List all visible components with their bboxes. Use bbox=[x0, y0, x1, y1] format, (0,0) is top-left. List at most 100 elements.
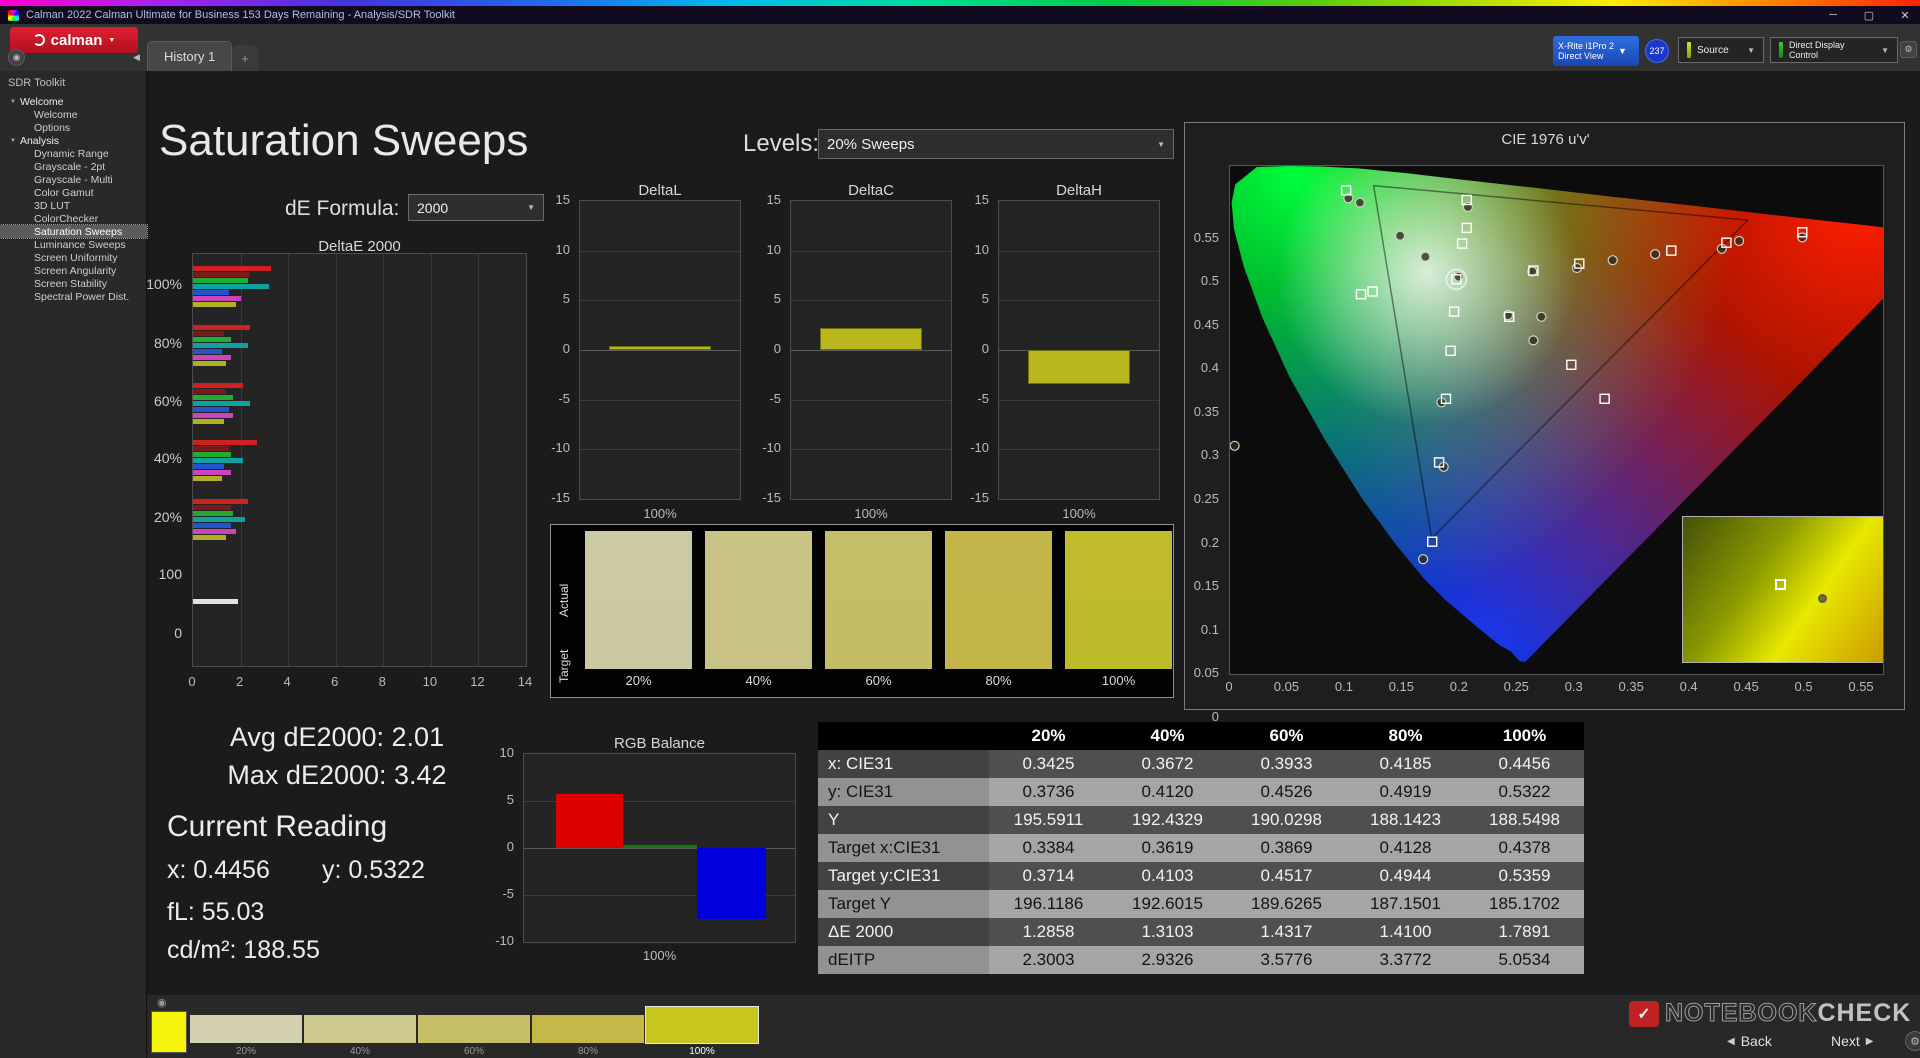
sidebar-item-options[interactable]: Options bbox=[0, 121, 147, 134]
patch-40%[interactable]: 40% bbox=[304, 1015, 416, 1058]
table-cell: 3.5776 bbox=[1260, 950, 1313, 969]
source-dropdown[interactable]: Source ▼ bbox=[1678, 37, 1764, 63]
add-tab-button[interactable]: + bbox=[232, 45, 258, 71]
meter-mode: Direct View bbox=[1558, 51, 1604, 61]
sidebar-item-dynamic-range[interactable]: Dynamic Range bbox=[0, 147, 147, 160]
target-swatch bbox=[585, 600, 692, 669]
table-row-label: Target Y bbox=[818, 890, 989, 918]
display-control-dropdown[interactable]: Direct Display Control ▼ bbox=[1770, 37, 1898, 63]
table-header-cell: 100% bbox=[1502, 726, 1547, 745]
sidebar-item-welcome[interactable]: Welcome bbox=[0, 108, 147, 121]
table-cell: 1.4317 bbox=[1260, 922, 1313, 941]
table-header-row: 20% 40% 60% 80% 100% bbox=[818, 722, 1584, 750]
swatch-20%: 20% bbox=[585, 531, 692, 688]
sidebar-item-welcome[interactable]: ▼ Welcome bbox=[0, 95, 147, 108]
deltae-xticks: 0 2 4 6 8 10 12 14 bbox=[188, 674, 533, 689]
tree-expander-icon: ▼ bbox=[10, 98, 16, 105]
table-cell: 0.3736 bbox=[1022, 782, 1075, 801]
notebookcheck-watermark: ✓ NOTEBOOKCHECK bbox=[1629, 999, 1911, 1028]
sidebar-item-grayscale-multi[interactable]: Grayscale - Multi bbox=[0, 173, 147, 186]
table-row: dEITP 2.3003 2.9326 3.5776 3.3772 5.0534 bbox=[818, 946, 1584, 974]
rgb-ticks: 10 5 0 -5 -10 bbox=[495, 745, 514, 948]
formula-dropdown[interactable]: 2000 ▼ bbox=[408, 194, 544, 221]
table-row: Target x:CIE31 0.3384 0.3619 0.3869 0.4128 0.… bbox=[818, 834, 1584, 862]
toolbar: calman ▼ ◉ ◀ History 1 + X-Rite i1Pro 2D… bbox=[0, 24, 1920, 71]
levels-dropdown[interactable]: 20% Sweeps ▼ bbox=[818, 129, 1174, 159]
deltal-plot bbox=[579, 200, 741, 500]
table-cell: 0.4128 bbox=[1379, 838, 1432, 857]
settings-gear-button[interactable]: ⚙ bbox=[1900, 41, 1917, 58]
swatch-label: 100% bbox=[1101, 673, 1136, 688]
patch-20%[interactable]: 20% bbox=[190, 1015, 302, 1058]
table-cell: 0.4919 bbox=[1379, 782, 1432, 801]
rgb-balance-title: RGB Balance bbox=[614, 735, 705, 752]
sidebar-collapse-button[interactable]: ◀ bbox=[128, 49, 145, 66]
table-cell: 0.3384 bbox=[1022, 838, 1075, 857]
table-row-label: y: CIE31 bbox=[818, 778, 989, 806]
table-cell: 0.5359 bbox=[1498, 866, 1551, 885]
table-row-label: x: CIE31 bbox=[818, 750, 989, 778]
deltah-xlabel: 100% bbox=[1062, 506, 1096, 521]
deltah-ticks: 15 10 5 0 -5 -10 -15 bbox=[970, 192, 989, 505]
table-cell: 0.5322 bbox=[1498, 782, 1551, 801]
inset-measured-circle bbox=[1817, 594, 1827, 604]
table-cell: 190.0298 bbox=[1251, 810, 1322, 829]
table-cell: 2.3003 bbox=[1022, 950, 1075, 969]
sidebar-item-analysis[interactable]: ▼ Analysis bbox=[0, 134, 147, 147]
reading-y: y: 0.5322 bbox=[322, 856, 425, 884]
back-arrow-icon: ◀ bbox=[1727, 1035, 1735, 1047]
patch-80%[interactable]: 80% bbox=[532, 1015, 644, 1058]
next-button[interactable]: Next ▶ bbox=[1831, 1033, 1874, 1049]
slideshow-gear-button[interactable]: ⚙ bbox=[1905, 1031, 1920, 1051]
back-button[interactable]: ◀ Back bbox=[1727, 1033, 1772, 1049]
table-cell: 0.3619 bbox=[1141, 838, 1194, 857]
results-table: 20% 40% 60% 80% 100% x: CIE31 0.3425 0.3672 0.39… bbox=[818, 722, 1584, 974]
actual-swatch bbox=[945, 531, 1052, 600]
table-cell: 2.9326 bbox=[1141, 950, 1194, 969]
meter-count-badge: 237 bbox=[1645, 39, 1669, 63]
target-swatch bbox=[705, 600, 812, 669]
sidebar-item-saturation-sweeps[interactable]: Saturation Sweeps bbox=[0, 224, 148, 239]
table-cell: 0.4185 bbox=[1379, 754, 1432, 773]
next-arrow-icon: ▶ bbox=[1865, 1035, 1874, 1047]
sidebar-item-color-gamut[interactable]: Color Gamut bbox=[0, 186, 147, 199]
table-cell: 188.1423 bbox=[1370, 810, 1441, 829]
sidebar-item-grayscale-2pt[interactable]: Grayscale - 2pt bbox=[0, 160, 147, 173]
titlebar: Calman 2022 Calman Ultimate for Business… bbox=[0, 6, 1920, 24]
table-row: y: CIE31 0.3736 0.4120 0.4526 0.4919 0.5322 bbox=[818, 778, 1584, 806]
table-cell: 188.5498 bbox=[1489, 810, 1560, 829]
calman-logo-menu[interactable]: calman ▼ bbox=[10, 27, 138, 53]
calman-logo-label: calman bbox=[50, 31, 103, 49]
meter-dropdown[interactable]: X-Rite i1Pro 2 Direct View ▼ bbox=[1553, 36, 1639, 66]
deltac-ticks: 15 10 5 0 -5 -10 -15 bbox=[762, 192, 781, 505]
table-cell: 189.6265 bbox=[1251, 894, 1322, 913]
deltal-xlabel: 100% bbox=[643, 506, 677, 521]
deltac-plot bbox=[790, 200, 952, 500]
table-cell: 0.3869 bbox=[1260, 838, 1313, 857]
patch-100%[interactable]: 100% bbox=[645, 1006, 759, 1058]
chevron-down-icon: ▼ bbox=[527, 203, 535, 212]
deltae-ylabels: 100% 80% 60% 40% 20% 100 0 bbox=[146, 276, 182, 641]
cie-panel: CIE 1976 u'v' 0 0.05 0.1 0.15 0.2 0.25 0.3 0.35… bbox=[1184, 122, 1905, 724]
sidebar-item-luminance-sweeps[interactable]: Luminance Sweeps bbox=[0, 238, 147, 251]
cie-plot bbox=[1229, 165, 1884, 675]
swatch-80%: 80% bbox=[945, 531, 1052, 688]
table-cell: 0.3672 bbox=[1141, 754, 1194, 773]
refresh-button[interactable]: ◉ bbox=[8, 49, 25, 66]
minimize-button[interactable]: ─ bbox=[1826, 9, 1840, 22]
table-cell: 1.2858 bbox=[1022, 922, 1075, 941]
target-swatch bbox=[1065, 600, 1172, 669]
table-cell: 192.4329 bbox=[1132, 810, 1203, 829]
deltal-title: DeltaL bbox=[638, 182, 682, 199]
sidebar-item-3d-lut[interactable]: 3D LUT bbox=[0, 199, 147, 212]
close-button[interactable]: ✕ bbox=[1898, 9, 1912, 22]
tree-expander-icon: ▼ bbox=[10, 137, 16, 144]
display-accent-icon bbox=[1779, 42, 1783, 58]
sidebar-item-colorchecker[interactable]: ColorChecker bbox=[0, 212, 147, 225]
maximize-button[interactable]: ▢ bbox=[1862, 9, 1876, 22]
tab-history-1[interactable]: History 1 bbox=[147, 41, 233, 71]
table-cell: 1.4100 bbox=[1379, 922, 1432, 941]
table-cell: 0.4517 bbox=[1260, 866, 1313, 885]
deltae-plot bbox=[192, 253, 527, 667]
patch-60%[interactable]: 60% bbox=[418, 1015, 530, 1058]
